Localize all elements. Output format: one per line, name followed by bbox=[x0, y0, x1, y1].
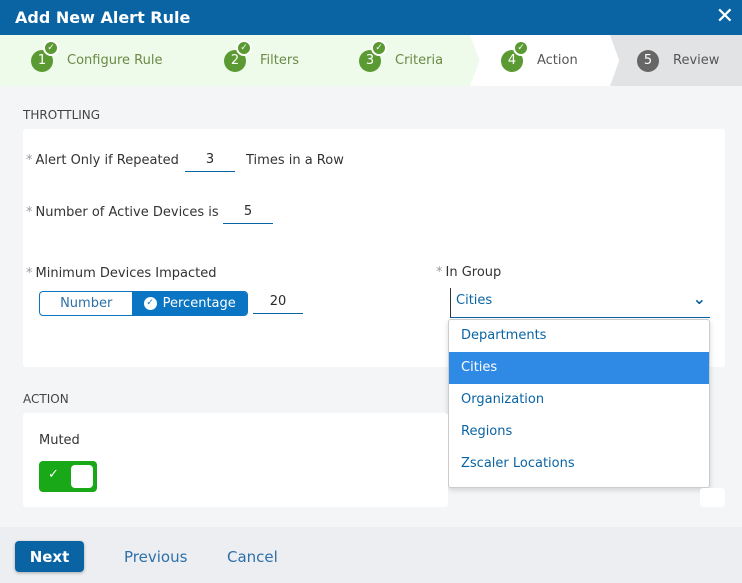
step-criteria[interactable]: 3 ✓ Criteria bbox=[359, 35, 443, 86]
repeat-suffix: Times in a Row bbox=[246, 153, 344, 168]
muted-toggle[interactable]: ✓ bbox=[39, 461, 97, 492]
muted-label: Muted bbox=[39, 433, 80, 448]
check-icon: ✓ bbox=[371, 39, 387, 56]
cancel-button[interactable]: Cancel bbox=[227, 548, 278, 566]
chevron-down-icon[interactable]: ⌄ bbox=[693, 289, 706, 308]
action-heading: ACTION bbox=[23, 392, 69, 406]
previous-button[interactable]: Previous bbox=[124, 548, 187, 566]
in-group-label: * In Group bbox=[436, 265, 502, 280]
check-icon: ✓ bbox=[513, 39, 529, 56]
throttling-heading: THROTTLING bbox=[23, 108, 101, 122]
check-icon: ✓ bbox=[43, 39, 59, 56]
option-zscaler-locations[interactable]: Zscaler Locations bbox=[449, 448, 709, 480]
step-configure-rule[interactable]: 1 ✓ Configure Rule bbox=[31, 35, 162, 86]
check-icon: ✓ bbox=[236, 39, 252, 56]
repeat-label: * Alert Only if Repeated bbox=[26, 153, 179, 168]
step-action[interactable]: 4 ✓ Action bbox=[501, 35, 578, 86]
in-group-select[interactable]: Cities ⌄ bbox=[450, 288, 710, 318]
step-filters[interactable]: 2 ✓ Filters bbox=[224, 35, 299, 86]
option-organization[interactable]: Organization bbox=[449, 384, 709, 416]
option-departments[interactable]: Departments bbox=[449, 320, 709, 352]
action-card-edge bbox=[700, 488, 725, 507]
min-devices-input[interactable]: 20 bbox=[253, 292, 303, 314]
toggle-knob bbox=[71, 465, 93, 488]
dialog-header: Add New Alert Rule ✕ bbox=[0, 0, 742, 35]
segment-percentage[interactable]: ✓ Percentage bbox=[132, 292, 247, 315]
option-cities[interactable]: Cities bbox=[449, 352, 709, 384]
check-circle-icon: ✓ bbox=[143, 297, 157, 310]
close-icon[interactable]: ✕ bbox=[716, 4, 734, 29]
step-review[interactable]: 5 Review bbox=[637, 35, 719, 86]
next-button[interactable]: Next bbox=[15, 541, 84, 572]
action-card bbox=[23, 413, 448, 507]
footer: Next Previous Cancel bbox=[0, 527, 742, 583]
dialog-title: Add New Alert Rule bbox=[15, 8, 191, 27]
min-devices-label: * Minimum Devices Impacted bbox=[26, 266, 217, 281]
in-group-dropdown: Departments Cities Organization Regions … bbox=[448, 319, 710, 488]
option-regions[interactable]: Regions bbox=[449, 416, 709, 448]
active-devices-input[interactable]: 5 bbox=[223, 202, 273, 224]
in-group-value: Cities bbox=[456, 293, 493, 308]
check-icon: ✓ bbox=[48, 467, 59, 482]
number-percentage-toggle[interactable]: Number ✓ Percentage bbox=[39, 291, 248, 316]
active-devices-label: * Number of Active Devices is bbox=[26, 205, 219, 220]
segment-number[interactable]: Number bbox=[40, 292, 132, 315]
repeat-input[interactable]: 3 bbox=[185, 150, 235, 172]
wizard-steps: 1 ✓ Configure Rule 2 ✓ Filters 3 ✓ Criteria… bbox=[0, 35, 742, 86]
